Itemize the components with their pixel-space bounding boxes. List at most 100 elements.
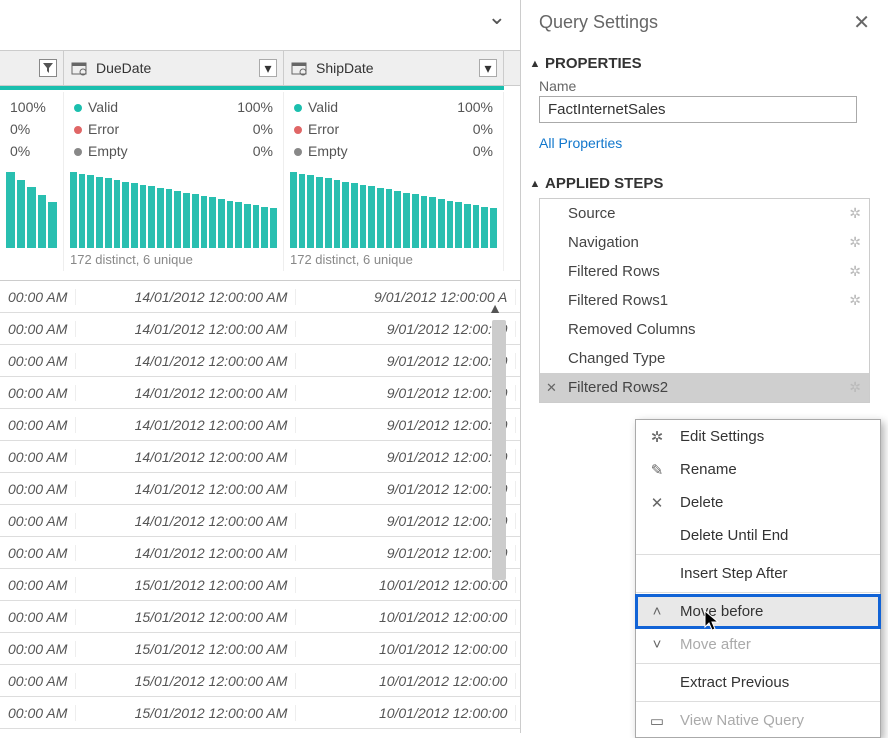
gear-icon[interactable]: ✲ xyxy=(849,379,861,396)
column-header-shipdate[interactable]: ShipDate ▾ xyxy=(284,51,504,85)
cell: 9/01/2012 12:00:00 xyxy=(296,385,516,401)
cell: 9/01/2012 12:00:00 xyxy=(296,481,516,497)
cell: 00:00 AM xyxy=(0,321,76,337)
chevron-down-icon[interactable]: ⌄ xyxy=(488,4,506,30)
distinct-label: 172 distinct, 6 unique xyxy=(70,252,277,267)
all-properties-link[interactable]: All Properties xyxy=(539,135,622,151)
table-row[interactable]: 00:00 AM14/01/2012 12:00:00 AM9/01/2012 … xyxy=(0,409,520,441)
applied-step[interactable]: Source ✲ xyxy=(540,199,869,228)
vertical-scrollbar[interactable] xyxy=(492,320,506,580)
step-label: Removed Columns xyxy=(568,321,696,338)
cell: 14/01/2012 12:00:00 AM xyxy=(76,417,296,433)
table-row[interactable]: 00:00 AM14/01/2012 12:00:00 AM9/01/2012 … xyxy=(0,281,520,313)
valid-pct: 100% xyxy=(10,96,46,118)
rename-icon: ✎ xyxy=(648,461,666,479)
gear-icon[interactable]: ✲ xyxy=(849,292,861,309)
empty-label: Empty xyxy=(88,143,128,159)
applied-steps-list: Source✲Navigation✲Filtered Rows✲Filtered… xyxy=(539,198,870,403)
column-header-partial[interactable] xyxy=(0,51,64,85)
applied-step[interactable]: Removed Columns xyxy=(540,315,869,344)
error-pct: 0% xyxy=(473,118,493,140)
menu-item-move-before[interactable]: ˄Move before xyxy=(636,595,880,628)
step-label: Filtered Rows1 xyxy=(568,292,668,309)
menu-item-label: Edit Settings xyxy=(680,428,764,445)
table-row[interactable]: 00:00 AM14/01/2012 12:00:00 AM9/01/2012 … xyxy=(0,505,520,537)
empty-pct: 0% xyxy=(10,140,30,162)
cell: 14/01/2012 12:00:00 AM xyxy=(76,385,296,401)
table-row[interactable]: 00:00 AM14/01/2012 12:00:00 AM9/01/2012 … xyxy=(0,313,520,345)
cell: 00:00 AM xyxy=(0,609,76,625)
table-row[interactable]: 00:00 AM15/01/2012 12:00:00 AM10/01/2012… xyxy=(0,697,520,729)
filter-icon[interactable] xyxy=(39,59,57,77)
error-pct: 0% xyxy=(10,118,30,140)
cell: 14/01/2012 12:00:00 AM xyxy=(76,289,296,305)
applied-step[interactable]: Changed Type xyxy=(540,344,869,373)
properties-header[interactable]: ▲PROPERTIES xyxy=(529,55,870,72)
table-row[interactable]: 00:00 AM14/01/2012 12:00:00 AM9/01/2012 … xyxy=(0,441,520,473)
table-row[interactable]: 00:00 AM15/01/2012 12:00:00 AM10/01/2012… xyxy=(0,633,520,665)
quality-bar xyxy=(0,86,520,90)
valid-pct: 100% xyxy=(237,96,273,118)
error-pct: 0% xyxy=(253,118,273,140)
cell: 00:00 AM xyxy=(0,289,76,305)
cell: 00:00 AM xyxy=(0,641,76,657)
valid-label: Valid xyxy=(308,99,338,115)
close-icon[interactable]: ✕ xyxy=(853,10,870,35)
applied-steps-header[interactable]: ▲APPLIED STEPS xyxy=(529,175,870,192)
pane-title: Query Settings xyxy=(539,12,658,33)
step-label: Changed Type xyxy=(568,350,665,367)
cell: 14/01/2012 12:00:00 AM xyxy=(76,321,296,337)
scroll-up-arrow[interactable]: ▲ xyxy=(488,300,502,316)
menu-item-rename[interactable]: ✎Rename xyxy=(636,453,880,486)
menu-item-insert-step-after[interactable]: Insert Step After xyxy=(636,557,880,590)
dist-bars xyxy=(6,166,57,248)
cell: 14/01/2012 12:00:00 AM xyxy=(76,353,296,369)
valid-pct: 100% xyxy=(457,96,493,118)
menu-item-label: Delete xyxy=(680,494,723,511)
dist-bars xyxy=(70,166,277,248)
column-header-duedate[interactable]: DueDate ▾ xyxy=(64,51,284,85)
menu-item-edit-settings[interactable]: ✲ Edit Settings xyxy=(636,420,880,453)
gear-icon[interactable]: ✲ xyxy=(849,205,861,222)
cell: 9/01/2012 12:00:00 xyxy=(296,417,516,433)
menu-item-label: View Native Query xyxy=(680,712,804,729)
cell: 9/01/2012 12:00:00 xyxy=(296,449,516,465)
applied-step[interactable]: Navigation✲ xyxy=(540,228,869,257)
step-label: Filtered Rows2 xyxy=(568,379,668,396)
empty-pct: 0% xyxy=(253,140,273,162)
menu-item-extract-previous[interactable]: Extract Previous xyxy=(636,666,880,699)
applied-step[interactable]: Filtered Rows1 ✲ xyxy=(540,286,869,315)
cell: 00:00 AM xyxy=(0,449,76,465)
section-label: APPLIED STEPS xyxy=(545,175,663,192)
applied-step[interactable]: Filtered Rows✲ xyxy=(540,257,869,286)
dropdown-icon[interactable]: ▾ xyxy=(259,59,277,77)
table-row[interactable]: 00:00 AM15/01/2012 12:00:00 AM10/01/2012… xyxy=(0,601,520,633)
table-row[interactable]: 00:00 AM14/01/2012 12:00:00 AM9/01/2012 … xyxy=(0,473,520,505)
gear-icon[interactable]: ✲ xyxy=(849,263,861,280)
dropdown-icon[interactable]: ▾ xyxy=(479,59,497,77)
cell: 00:00 AM xyxy=(0,513,76,529)
gear-icon: ✲ xyxy=(648,428,666,446)
gear-icon[interactable]: ✲ xyxy=(849,234,861,251)
cell: 00:00 AM xyxy=(0,385,76,401)
table-row[interactable]: 00:00 AM14/01/2012 12:00:00 AM9/01/2012 … xyxy=(0,537,520,569)
x-icon: ✕ xyxy=(648,494,666,512)
table-row[interactable]: 00:00 AM15/01/2012 12:00:00 AM10/01/2012… xyxy=(0,665,520,697)
quality-stats: 100% 0% 0% Valid100% Error0% Empty0% Val… xyxy=(0,92,520,166)
table-row[interactable]: 00:00 AM14/01/2012 12:00:00 AM9/01/2012 … xyxy=(0,377,520,409)
cell: 14/01/2012 12:00:00 AM xyxy=(76,545,296,561)
table-row[interactable]: 00:00 AM15/01/2012 12:00:00 AM10/01/2012… xyxy=(0,569,520,601)
cell: 9/01/2012 12:00:00 A xyxy=(296,289,516,305)
query-name-input[interactable] xyxy=(539,96,857,123)
down-icon: ˅ xyxy=(648,636,666,653)
menu-item-label: Insert Step After xyxy=(680,565,788,582)
step-label: Source xyxy=(568,205,616,222)
cell: 15/01/2012 12:00:00 AM xyxy=(76,641,296,657)
table-row[interactable]: 00:00 AM14/01/2012 12:00:00 AM9/01/2012 … xyxy=(0,345,520,377)
cell: 00:00 AM xyxy=(0,353,76,369)
menu-item-delete[interactable]: ✕ Delete xyxy=(636,486,880,519)
applied-step[interactable]: Filtered Rows2 ✲ xyxy=(540,373,869,402)
cell: 00:00 AM xyxy=(0,545,76,561)
cell: 14/01/2012 12:00:00 AM xyxy=(76,513,296,529)
menu-item-delete-until-end[interactable]: Delete Until End xyxy=(636,519,880,552)
